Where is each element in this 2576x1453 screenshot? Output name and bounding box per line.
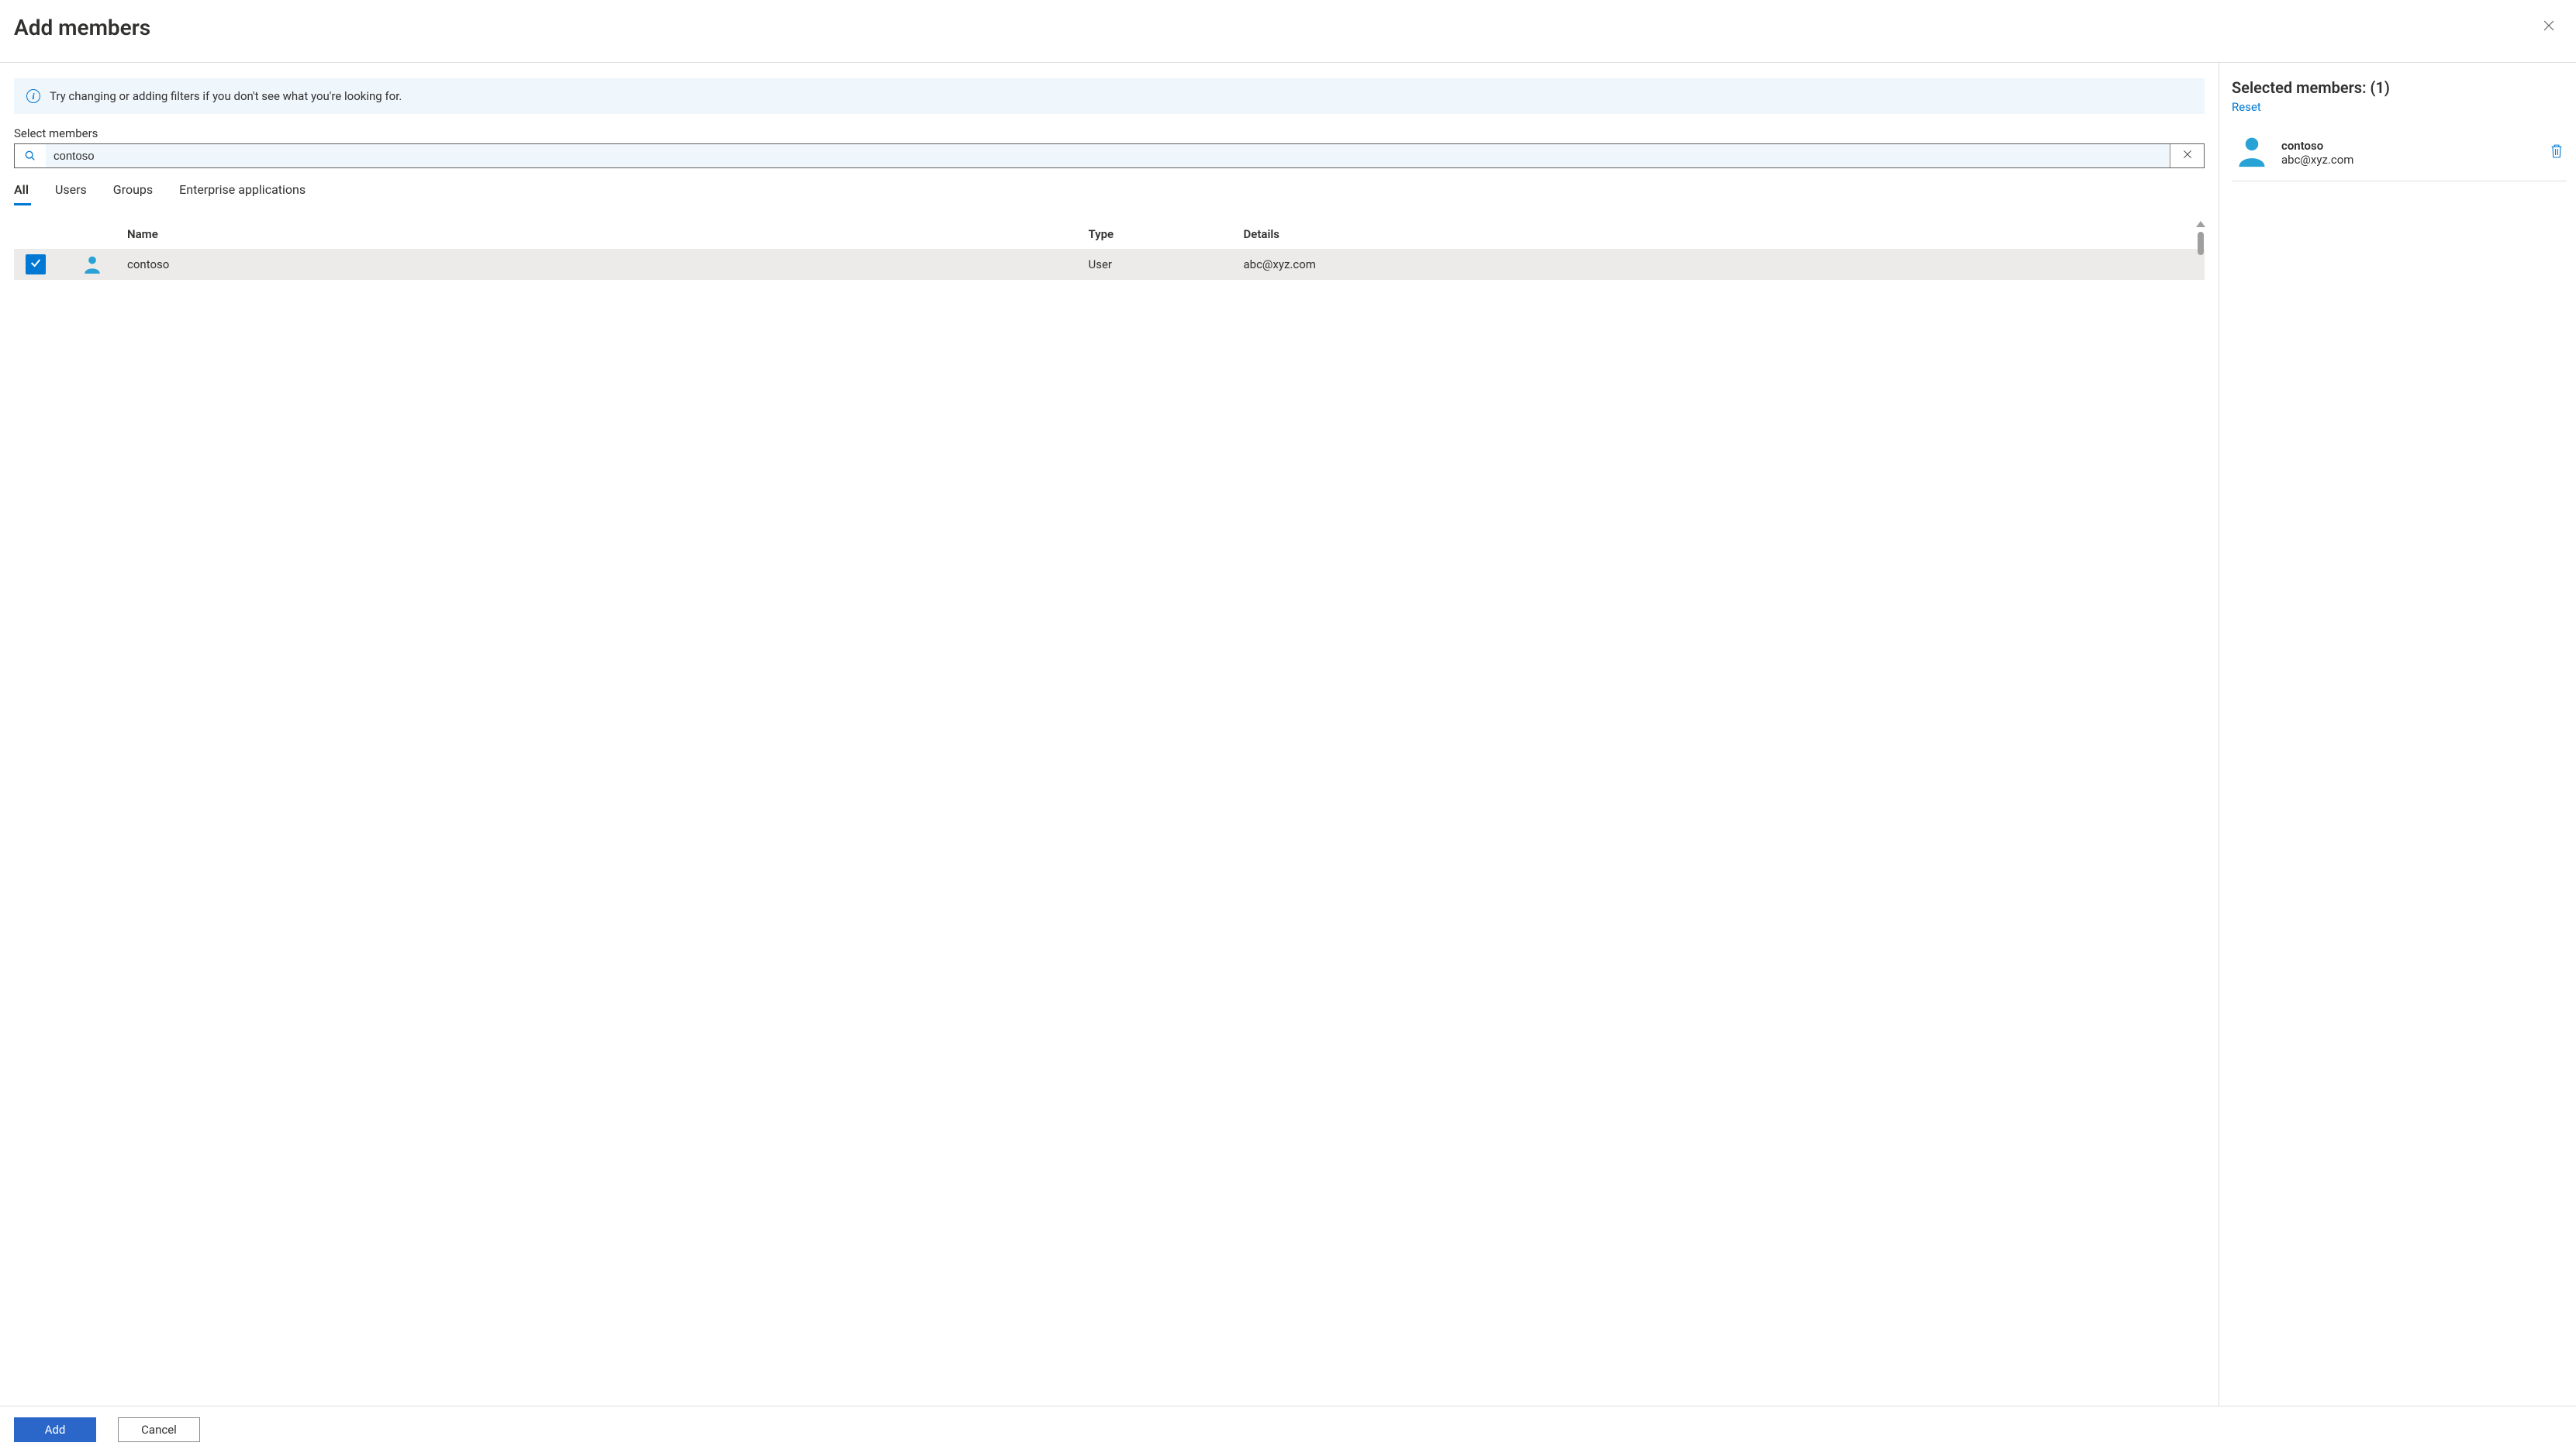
page-title: Add members: [14, 15, 150, 40]
scrollbar[interactable]: [2195, 219, 2206, 1398]
scroll-thumb[interactable]: [2198, 232, 2204, 255]
results-area: Name Type Details: [14, 219, 2205, 1398]
search-field: [14, 143, 2205, 168]
selected-member-email: abc@xyz.com: [2281, 153, 2537, 167]
search-label: Select members: [14, 126, 2205, 140]
close-button[interactable]: [2537, 14, 2560, 40]
column-details: Details: [1244, 227, 2205, 241]
check-icon: [29, 257, 42, 272]
info-banner: i Try changing or adding filters if you …: [14, 78, 2205, 114]
row-name: contoso: [127, 257, 1089, 271]
row-details: abc@xyz.com: [1244, 257, 2205, 271]
clear-icon: [2182, 149, 2193, 163]
remove-member-button[interactable]: [2550, 143, 2564, 162]
search-input[interactable]: [46, 144, 2170, 167]
selected-member-item: contoso abc@xyz.com: [2232, 128, 2567, 181]
active-tab-indicator: [14, 203, 31, 205]
selected-member-name: contoso: [2281, 139, 2537, 153]
search-icon: [15, 144, 46, 167]
result-row[interactable]: contoso User abc@xyz.com: [14, 249, 2205, 280]
user-avatar-icon: [2235, 134, 2269, 171]
tab-all[interactable]: All: [14, 182, 29, 202]
row-type: User: [1089, 257, 1244, 271]
panel-header: Add members: [0, 0, 2576, 63]
filter-tabs: All Users Groups Enterprise applications: [14, 182, 2205, 202]
column-name: Name: [127, 227, 1089, 241]
info-message: Try changing or adding filters if you do…: [50, 89, 402, 103]
search-pane: i Try changing or adding filters if you …: [0, 63, 2219, 1406]
selected-pane: Selected members: (1) Reset contoso abc@…: [2219, 63, 2576, 1406]
tab-enterprise-applications[interactable]: Enterprise applications: [179, 182, 306, 202]
scroll-up-icon: [2196, 221, 2205, 227]
cancel-button[interactable]: Cancel: [118, 1417, 200, 1442]
add-button[interactable]: Add: [14, 1417, 96, 1442]
close-icon: [2542, 23, 2556, 36]
panel-footer: Add Cancel: [0, 1406, 2576, 1453]
selected-members-title: Selected members: (1): [2232, 78, 2567, 97]
row-checkbox[interactable]: [26, 254, 46, 274]
info-icon: i: [26, 89, 40, 103]
results-header-row: Name Type Details: [14, 219, 2205, 249]
column-type: Type: [1089, 227, 1244, 241]
tab-users[interactable]: Users: [55, 182, 87, 202]
reset-link[interactable]: Reset: [2232, 100, 2261, 114]
tab-groups[interactable]: Groups: [113, 182, 153, 202]
user-avatar-icon: [57, 254, 127, 274]
clear-search-button[interactable]: [2170, 144, 2204, 167]
trash-icon: [2550, 150, 2564, 162]
